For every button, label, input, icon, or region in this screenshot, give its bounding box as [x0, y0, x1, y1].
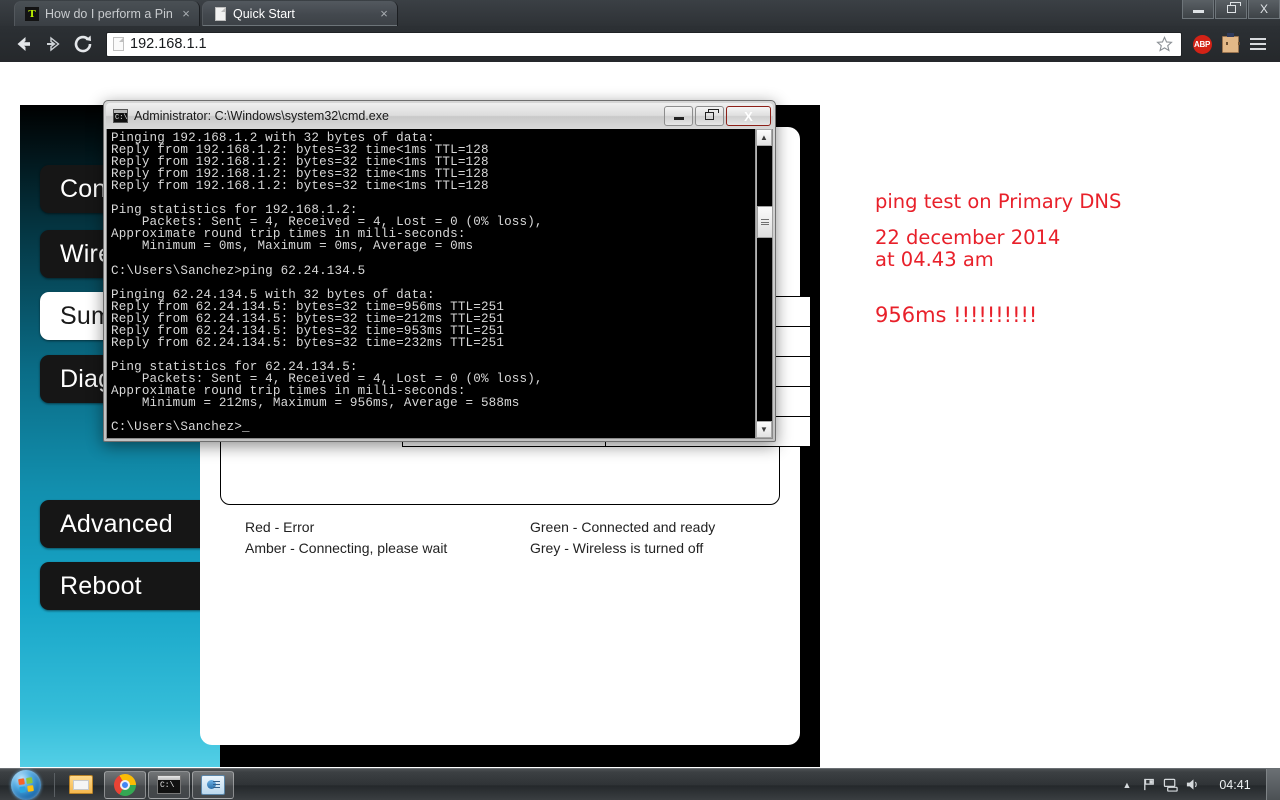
annotation-time: at 04.43 am: [875, 248, 994, 271]
extension-package-icon[interactable]: [1216, 29, 1244, 59]
chrome-menu-icon[interactable]: [1244, 29, 1272, 59]
cmd-icon: C:\: [113, 109, 128, 123]
folder-icon: [69, 775, 93, 794]
taskbar-item-chrome[interactable]: [104, 771, 146, 799]
window-close-button[interactable]: X: [1248, 0, 1280, 19]
annotation-title: ping test on Primary DNS: [875, 190, 1121, 213]
browser-toolbar: 192.168.1.1 ABP: [0, 26, 1280, 62]
tab-close-icon[interactable]: ×: [179, 7, 193, 21]
chrome-icon: [114, 774, 136, 796]
cmd-minimize-button[interactable]: [664, 106, 693, 126]
taskbar-clock[interactable]: 04:41: [1204, 778, 1266, 792]
cmd-scrollbar[interactable]: ▲ ▼: [755, 129, 772, 438]
cmd-window-controls: X: [664, 106, 773, 126]
cmd-title-bar[interactable]: C:\ Administrator: C:\Windows\system32\c…: [106, 103, 773, 129]
window-controls: X: [1181, 0, 1280, 20]
taskbar-divider: [54, 773, 55, 797]
start-button[interactable]: [2, 770, 50, 800]
window-restore-button[interactable]: [1215, 0, 1247, 19]
address-bar[interactable]: 192.168.1.1: [106, 32, 1182, 57]
page-favicon-icon: [213, 7, 227, 21]
action-center-flag-icon[interactable]: [1138, 769, 1160, 800]
window-minimize-button[interactable]: [1182, 0, 1214, 19]
screen: T How do I perform a Ping c × Quick Star…: [0, 0, 1280, 800]
show-desktop-button[interactable]: [1266, 769, 1280, 800]
tab-strip: T How do I perform a Ping c × Quick Star…: [0, 0, 1280, 26]
cmd-close-button[interactable]: X: [726, 106, 771, 126]
windows-logo-icon: [11, 770, 41, 800]
back-icon[interactable]: [8, 29, 38, 59]
cmd-body: Pinging 192.168.1.2 with 32 bytes of dat…: [106, 129, 773, 439]
tab-title: How do I perform a Ping c: [45, 7, 173, 21]
show-hidden-icons-icon[interactable]: ▲: [1116, 769, 1138, 800]
torrent-favicon-icon: T: [25, 7, 39, 21]
page-info-icon: [113, 37, 124, 51]
command-prompt-window[interactable]: C:\ Administrator: C:\Windows\system32\c…: [103, 100, 776, 442]
taskbar-item-cmd[interactable]: C:\: [148, 771, 190, 799]
cmd-window-title: Administrator: C:\Windows\system32\cmd.e…: [134, 109, 664, 123]
bookmark-star-icon[interactable]: [1151, 31, 1177, 57]
url-text[interactable]: 192.168.1.1: [130, 36, 1145, 52]
windows-taskbar: C:\ ▲ 04:41: [0, 768, 1280, 800]
volume-icon[interactable]: [1182, 769, 1204, 800]
sidebar-item-label: Reboot: [60, 572, 142, 601]
browser-tab-active[interactable]: Quick Start ×: [202, 1, 398, 26]
scroll-down-icon[interactable]: ▼: [756, 421, 772, 438]
tab-title: Quick Start: [233, 7, 371, 21]
cmd-maximize-button[interactable]: [695, 106, 724, 126]
legend-red: Red - Error: [245, 519, 314, 535]
tab-close-icon[interactable]: ×: [377, 7, 391, 21]
forward-icon[interactable]: [38, 29, 68, 59]
network-icon[interactable]: [1160, 769, 1182, 800]
contacts-icon: [201, 775, 225, 795]
legend-grey: Grey - Wireless is turned off: [530, 540, 703, 556]
cmd-output-text[interactable]: Pinging 192.168.1.2 with 32 bytes of dat…: [107, 129, 755, 438]
sidebar-item-label: Advanced: [60, 510, 173, 539]
reload-icon[interactable]: [68, 29, 98, 59]
browser-chrome: T How do I perform a Ping c × Quick Star…: [0, 0, 1280, 62]
scrollbar-track[interactable]: [756, 146, 772, 421]
annotation-latency: 956ms !!!!!!!!!!: [875, 303, 1037, 327]
legend-green: Green - Connected and ready: [530, 519, 715, 535]
scrollbar-thumb[interactable]: [757, 206, 773, 238]
taskbar-item-explorer[interactable]: [60, 771, 102, 799]
browser-tab-inactive[interactable]: T How do I perform a Ping c ×: [14, 1, 200, 26]
annotation-date: 22 december 2014: [875, 226, 1060, 249]
scroll-up-icon[interactable]: ▲: [756, 129, 772, 146]
taskbar-item-mail[interactable]: [192, 771, 234, 799]
adblock-plus-icon[interactable]: ABP: [1188, 29, 1216, 59]
system-tray: ▲ 04:41: [1116, 769, 1280, 800]
legend-amber: Amber - Connecting, please wait: [245, 540, 447, 556]
cmd-taskbar-icon: C:\: [157, 775, 181, 794]
